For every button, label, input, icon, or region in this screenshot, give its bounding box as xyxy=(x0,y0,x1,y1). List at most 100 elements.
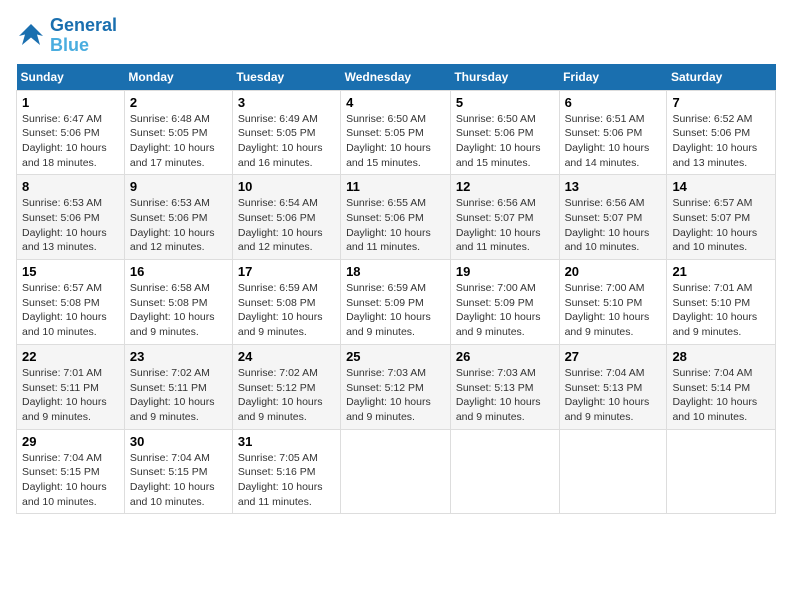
calendar-cell: 6 Sunrise: 6:51 AM Sunset: 5:06 PM Dayli… xyxy=(559,90,667,175)
day-daylight: Daylight: 10 hours and 11 minutes. xyxy=(346,226,445,255)
day-number: 5 xyxy=(456,95,554,110)
calendar-cell: 4 Sunrise: 6:50 AM Sunset: 5:05 PM Dayli… xyxy=(341,90,451,175)
day-number: 1 xyxy=(22,95,119,110)
day-number: 6 xyxy=(565,95,662,110)
calendar-cell: 16 Sunrise: 6:58 AM Sunset: 5:08 PM Dayl… xyxy=(124,260,232,345)
day-sunset: Sunset: 5:07 PM xyxy=(565,211,662,226)
day-number: 31 xyxy=(238,434,335,449)
calendar-cell: 12 Sunrise: 6:56 AM Sunset: 5:07 PM Dayl… xyxy=(450,175,559,260)
day-sunset: Sunset: 5:05 PM xyxy=(130,126,227,141)
day-number: 17 xyxy=(238,264,335,279)
calendar-cell: 3 Sunrise: 6:49 AM Sunset: 5:05 PM Dayli… xyxy=(232,90,340,175)
calendar-cell: 9 Sunrise: 6:53 AM Sunset: 5:06 PM Dayli… xyxy=(124,175,232,260)
day-number: 13 xyxy=(565,179,662,194)
day-number: 2 xyxy=(130,95,227,110)
day-sunset: Sunset: 5:09 PM xyxy=(456,296,554,311)
day-number: 14 xyxy=(672,179,770,194)
day-daylight: Daylight: 10 hours and 9 minutes. xyxy=(565,310,662,339)
day-number: 25 xyxy=(346,349,445,364)
day-sunrise: Sunrise: 6:56 AM xyxy=(565,196,662,211)
day-sunrise: Sunrise: 7:03 AM xyxy=(346,366,445,381)
day-daylight: Daylight: 10 hours and 16 minutes. xyxy=(238,141,335,170)
day-sunset: Sunset: 5:14 PM xyxy=(672,381,770,396)
day-number: 3 xyxy=(238,95,335,110)
page-header: General Blue xyxy=(16,16,776,56)
calendar-cell: 29 Sunrise: 7:04 AM Sunset: 5:15 PM Dayl… xyxy=(17,429,125,514)
day-sunset: Sunset: 5:08 PM xyxy=(22,296,119,311)
day-sunset: Sunset: 5:06 PM xyxy=(22,211,119,226)
calendar-cell: 27 Sunrise: 7:04 AM Sunset: 5:13 PM Dayl… xyxy=(559,344,667,429)
calendar-cell: 18 Sunrise: 6:59 AM Sunset: 5:09 PM Dayl… xyxy=(341,260,451,345)
day-number: 29 xyxy=(22,434,119,449)
calendar-cell: 7 Sunrise: 6:52 AM Sunset: 5:06 PM Dayli… xyxy=(667,90,776,175)
calendar-cell xyxy=(341,429,451,514)
calendar-cell: 31 Sunrise: 7:05 AM Sunset: 5:16 PM Dayl… xyxy=(232,429,340,514)
day-sunrise: Sunrise: 6:50 AM xyxy=(456,112,554,127)
day-number: 16 xyxy=(130,264,227,279)
day-sunrise: Sunrise: 7:02 AM xyxy=(238,366,335,381)
day-sunset: Sunset: 5:11 PM xyxy=(22,381,119,396)
day-number: 9 xyxy=(130,179,227,194)
day-sunrise: Sunrise: 6:59 AM xyxy=(346,281,445,296)
day-sunrise: Sunrise: 7:02 AM xyxy=(130,366,227,381)
logo-icon xyxy=(16,21,46,51)
day-daylight: Daylight: 10 hours and 9 minutes. xyxy=(346,395,445,424)
day-daylight: Daylight: 10 hours and 12 minutes. xyxy=(238,226,335,255)
day-number: 18 xyxy=(346,264,445,279)
calendar-cell: 2 Sunrise: 6:48 AM Sunset: 5:05 PM Dayli… xyxy=(124,90,232,175)
day-sunset: Sunset: 5:10 PM xyxy=(565,296,662,311)
calendar-week-row: 22 Sunrise: 7:01 AM Sunset: 5:11 PM Dayl… xyxy=(17,344,776,429)
calendar-cell: 13 Sunrise: 6:56 AM Sunset: 5:07 PM Dayl… xyxy=(559,175,667,260)
day-number: 23 xyxy=(130,349,227,364)
column-header-monday: Monday xyxy=(124,64,232,91)
day-sunrise: Sunrise: 7:01 AM xyxy=(672,281,770,296)
day-daylight: Daylight: 10 hours and 9 minutes. xyxy=(130,310,227,339)
day-daylight: Daylight: 10 hours and 13 minutes. xyxy=(22,226,119,255)
day-sunset: Sunset: 5:05 PM xyxy=(238,126,335,141)
day-daylight: Daylight: 10 hours and 9 minutes. xyxy=(672,310,770,339)
calendar-cell: 21 Sunrise: 7:01 AM Sunset: 5:10 PM Dayl… xyxy=(667,260,776,345)
column-header-wednesday: Wednesday xyxy=(341,64,451,91)
day-sunset: Sunset: 5:07 PM xyxy=(672,211,770,226)
calendar-cell xyxy=(559,429,667,514)
day-sunrise: Sunrise: 6:57 AM xyxy=(672,196,770,211)
day-number: 27 xyxy=(565,349,662,364)
day-sunrise: Sunrise: 6:54 AM xyxy=(238,196,335,211)
day-sunrise: Sunrise: 6:59 AM xyxy=(238,281,335,296)
calendar-cell: 19 Sunrise: 7:00 AM Sunset: 5:09 PM Dayl… xyxy=(450,260,559,345)
day-sunset: Sunset: 5:13 PM xyxy=(565,381,662,396)
day-sunset: Sunset: 5:06 PM xyxy=(130,211,227,226)
day-number: 21 xyxy=(672,264,770,279)
day-sunrise: Sunrise: 6:55 AM xyxy=(346,196,445,211)
day-sunset: Sunset: 5:10 PM xyxy=(672,296,770,311)
column-header-saturday: Saturday xyxy=(667,64,776,91)
logo-text: General Blue xyxy=(50,16,117,56)
day-sunrise: Sunrise: 7:04 AM xyxy=(22,451,119,466)
day-daylight: Daylight: 10 hours and 12 minutes. xyxy=(130,226,227,255)
day-sunrise: Sunrise: 6:56 AM xyxy=(456,196,554,211)
calendar-week-row: 1 Sunrise: 6:47 AM Sunset: 5:06 PM Dayli… xyxy=(17,90,776,175)
day-sunrise: Sunrise: 7:00 AM xyxy=(456,281,554,296)
day-sunrise: Sunrise: 6:57 AM xyxy=(22,281,119,296)
calendar-week-row: 8 Sunrise: 6:53 AM Sunset: 5:06 PM Dayli… xyxy=(17,175,776,260)
logo: General Blue xyxy=(16,16,117,56)
day-sunrise: Sunrise: 7:04 AM xyxy=(565,366,662,381)
day-daylight: Daylight: 10 hours and 18 minutes. xyxy=(22,141,119,170)
day-number: 12 xyxy=(456,179,554,194)
day-sunrise: Sunrise: 7:00 AM xyxy=(565,281,662,296)
calendar-cell: 11 Sunrise: 6:55 AM Sunset: 5:06 PM Dayl… xyxy=(341,175,451,260)
day-number: 26 xyxy=(456,349,554,364)
day-sunrise: Sunrise: 7:03 AM xyxy=(456,366,554,381)
calendar-cell: 22 Sunrise: 7:01 AM Sunset: 5:11 PM Dayl… xyxy=(17,344,125,429)
day-sunset: Sunset: 5:06 PM xyxy=(672,126,770,141)
day-number: 10 xyxy=(238,179,335,194)
day-number: 11 xyxy=(346,179,445,194)
day-number: 20 xyxy=(565,264,662,279)
calendar-cell: 1 Sunrise: 6:47 AM Sunset: 5:06 PM Dayli… xyxy=(17,90,125,175)
day-daylight: Daylight: 10 hours and 10 minutes. xyxy=(672,395,770,424)
day-number: 4 xyxy=(346,95,445,110)
day-sunset: Sunset: 5:15 PM xyxy=(22,465,119,480)
calendar-cell: 20 Sunrise: 7:00 AM Sunset: 5:10 PM Dayl… xyxy=(559,260,667,345)
column-header-friday: Friday xyxy=(559,64,667,91)
calendar-cell: 26 Sunrise: 7:03 AM Sunset: 5:13 PM Dayl… xyxy=(450,344,559,429)
